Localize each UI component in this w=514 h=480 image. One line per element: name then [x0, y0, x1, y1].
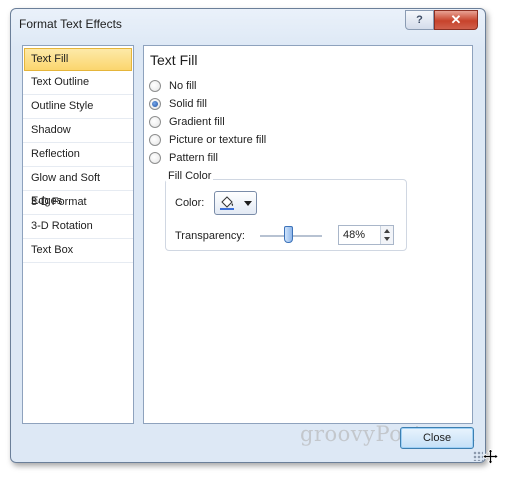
transparency-label: Transparency: [175, 230, 245, 242]
sidebar-item-text-outline[interactable]: Text Outline [23, 71, 133, 95]
chevron-down-icon [243, 200, 252, 206]
help-button[interactable]: ? [405, 10, 434, 30]
radio-button[interactable] [149, 80, 161, 92]
close-button[interactable]: Close [400, 427, 474, 449]
sidebar-item-shadow[interactable]: Shadow [23, 119, 133, 143]
title-buttons: ? ✕ [405, 10, 478, 30]
sidebar-item-text-fill[interactable]: Text Fill [24, 48, 132, 71]
no-fill-option[interactable]: No fill [149, 78, 197, 94]
option-label: Picture or texture fill [169, 134, 267, 146]
format-text-effects-dialog: Format Text Effects ? ✕ Text Fill Text O… [10, 8, 486, 463]
help-icon: ? [416, 14, 423, 26]
option-label: Pattern fill [169, 152, 218, 164]
sidebar-item-reflection[interactable]: Reflection [23, 143, 133, 167]
sidebar-item-3d-rotation[interactable]: 3-D Rotation [23, 215, 133, 239]
resize-grip[interactable] [473, 451, 483, 461]
spin-up-icon[interactable] [384, 229, 390, 233]
title-bar[interactable]: Format Text Effects ? ✕ [11, 9, 485, 39]
window-title: Format Text Effects [19, 17, 122, 31]
pattern-fill-option[interactable]: Pattern fill [149, 150, 218, 166]
spin-down-icon[interactable] [384, 237, 390, 241]
dialog-client: Text Fill Text Outline Outline Style Sha… [22, 42, 474, 424]
option-label: Gradient fill [169, 116, 225, 128]
transparency-slider-thumb[interactable] [284, 226, 293, 243]
option-label: No fill [169, 80, 197, 92]
sidebar-item-glow[interactable]: Glow and Soft Edges [23, 167, 133, 207]
radio-button[interactable] [149, 134, 161, 146]
spinner-buttons [380, 226, 393, 244]
paint-bucket-icon [220, 196, 235, 210]
option-label: Solid fill [169, 98, 207, 110]
panel-heading: Text Fill [150, 52, 198, 68]
radio-button-selected[interactable] [149, 98, 161, 110]
gradient-fill-option[interactable]: Gradient fill [149, 114, 225, 130]
window-close-button[interactable]: ✕ [434, 10, 478, 30]
close-button-label: Close [422, 432, 452, 444]
transparency-value[interactable]: 48% [343, 229, 365, 241]
picture-fill-option[interactable]: Picture or texture fill [149, 132, 266, 148]
sidebar: Text Fill Text Outline Outline Style Sha… [22, 45, 134, 424]
sidebar-item-3d-format[interactable]: 3-D Format [23, 191, 133, 215]
sidebar-item-outline-style[interactable]: Outline Style [23, 95, 133, 119]
fill-color-group-label: Fill Color [166, 170, 214, 182]
radio-button[interactable] [149, 152, 161, 164]
color-picker-button[interactable] [214, 191, 257, 215]
sidebar-item-text-box[interactable]: Text Box [23, 239, 133, 263]
transparency-spinner[interactable]: 48% [338, 225, 394, 245]
solid-fill-option[interactable]: Solid fill [149, 96, 207, 112]
move-cursor-icon [483, 449, 498, 464]
text-fill-panel: Text Fill No fill Solid fill Gradient fi… [143, 45, 473, 424]
radio-button[interactable] [149, 116, 161, 128]
close-icon: ✕ [450, 12, 462, 27]
color-label: Color: [175, 197, 205, 209]
